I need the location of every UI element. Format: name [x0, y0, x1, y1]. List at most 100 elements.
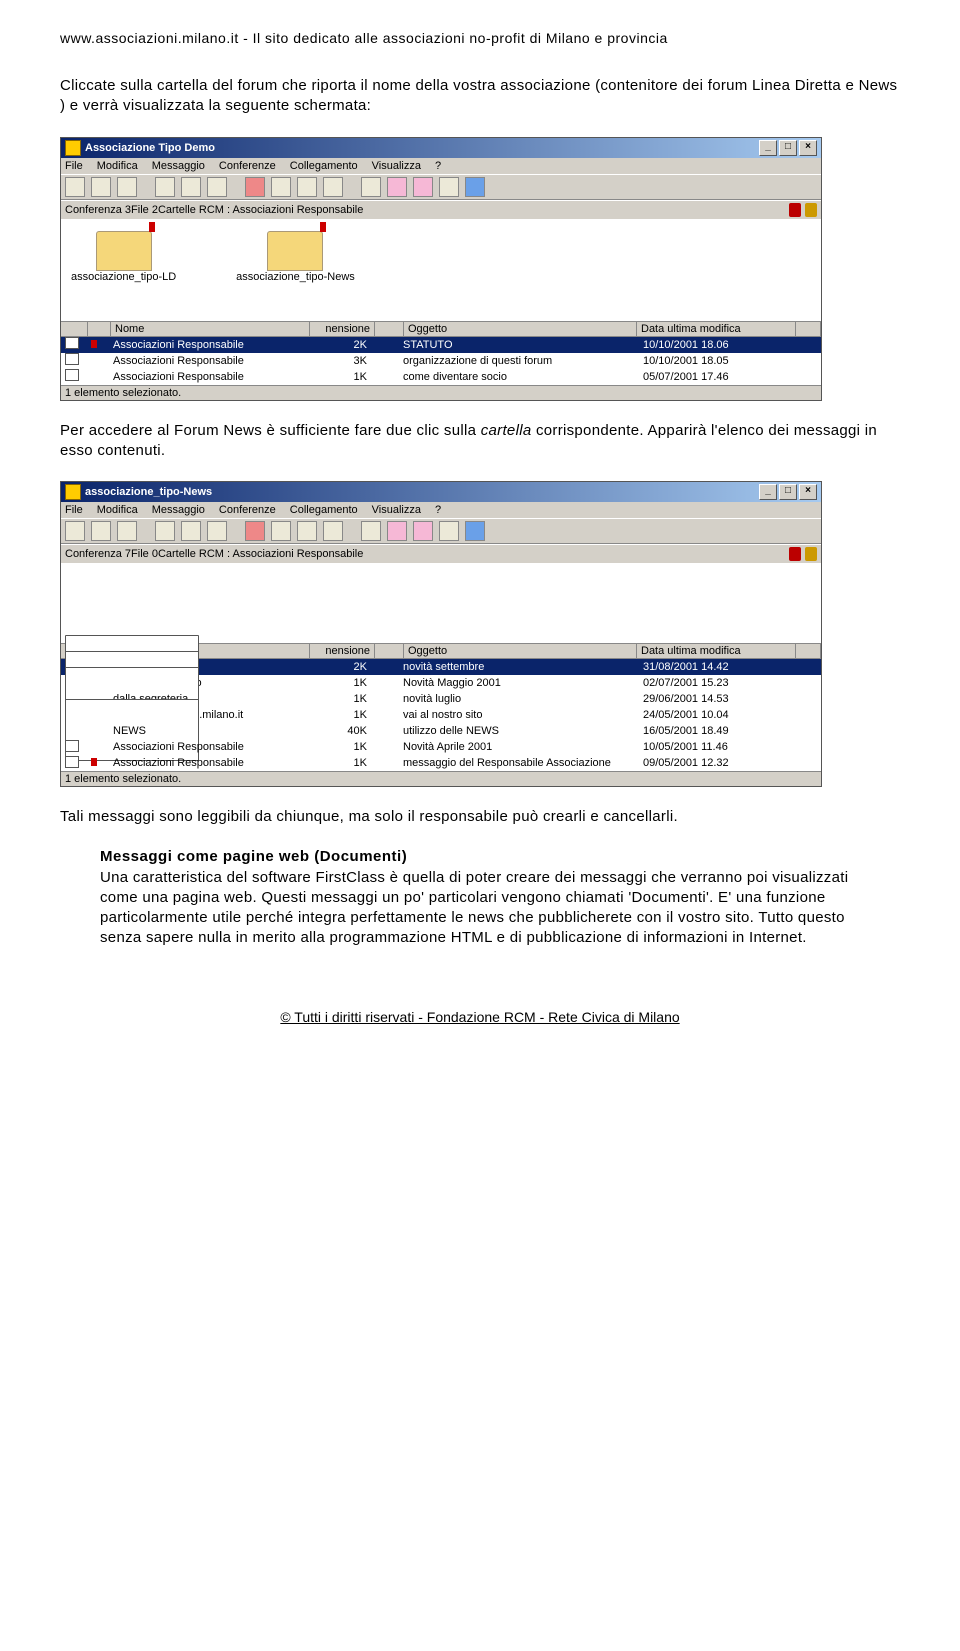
col-ogg[interactable]: Oggetto	[404, 322, 637, 336]
folder-news[interactable]: associazione_tipo-News	[236, 231, 355, 301]
menu-file[interactable]: File	[65, 504, 83, 516]
toolbar-icon[interactable]	[117, 521, 137, 541]
paragraph-1: Cliccate sulla cartella del forum che ri…	[60, 76, 900, 117]
toolbar-icon[interactable]	[207, 521, 227, 541]
toolbar-icon[interactable]	[413, 521, 433, 541]
toolbar-icon[interactable]	[181, 177, 201, 197]
minimize-button[interactable]: _	[759, 484, 777, 500]
menu-visualizza[interactable]: Visualizza	[372, 504, 421, 516]
cell-oggetto: STATUTO	[399, 339, 639, 351]
folder-icon	[267, 231, 323, 271]
col-end[interactable]	[796, 322, 821, 336]
search-icon[interactable]	[439, 521, 459, 541]
col-ogg[interactable]: Oggetto	[404, 644, 637, 658]
toolbar-icon[interactable]	[271, 177, 291, 197]
menu-help[interactable]: ?	[435, 504, 441, 516]
table-row[interactable]: NEWS40Kutilizzo delle NEWS16/05/2001 18.…	[61, 723, 821, 739]
menu-conferenze[interactable]: Conferenze	[219, 160, 276, 172]
toolbar-icon[interactable]	[91, 177, 111, 197]
flag-icon[interactable]	[245, 521, 265, 541]
menu-modifica[interactable]: Modifica	[97, 504, 138, 516]
folder-icon	[96, 231, 152, 271]
folder-label: associazione_tipo-LD	[71, 271, 176, 283]
info-icon[interactable]	[465, 521, 485, 541]
row-icon	[65, 756, 79, 768]
table-row[interactable]: Associazioni Responsabile2KSTATUTO10/10/…	[61, 337, 821, 353]
col-icon[interactable]	[61, 322, 88, 336]
col-data[interactable]: Data ultima modifica	[637, 644, 796, 658]
table-row[interactable]: Associazioni Responsabile1Kmessaggio del…	[61, 755, 821, 771]
cell-data: 02/07/2001 15.23	[639, 677, 797, 689]
folder-ld[interactable]: associazione_tipo-LD	[71, 231, 176, 301]
pencil-icon	[805, 203, 817, 217]
menu-collegamento[interactable]: Collegamento	[290, 160, 358, 172]
titlebar[interactable]: associazione_tipo-News _ □ ×	[61, 482, 821, 502]
cell-oggetto: Novità Maggio 2001	[399, 677, 639, 689]
cell-data: 09/05/2001 12.32	[639, 757, 797, 769]
toolbar-icon[interactable]	[91, 521, 111, 541]
menu-conferenze[interactable]: Conferenze	[219, 504, 276, 516]
window-icon	[65, 484, 81, 500]
toolbar-icon[interactable]	[361, 521, 381, 541]
close-button[interactable]: ×	[799, 484, 817, 500]
col-ogg-hd[interactable]	[375, 322, 404, 336]
col-flag[interactable]	[88, 322, 111, 336]
toolbar-icon[interactable]	[155, 521, 175, 541]
menu-messaggio[interactable]: Messaggio	[152, 160, 205, 172]
toolbar-icon[interactable]	[297, 521, 317, 541]
col-ogg-hd[interactable]	[375, 644, 404, 658]
col-data[interactable]: Data ultima modifica	[637, 322, 796, 336]
toolbar-icon[interactable]	[65, 177, 85, 197]
table-row[interactable]: Associazioni Responsabile3Korganizzazion…	[61, 353, 821, 369]
folders-area: associazione_tipo-LD associazione_tipo-N…	[61, 219, 821, 321]
table-row[interactable]: Associazioni Responsabile1KNovità Aprile…	[61, 739, 821, 755]
toolbar-icon[interactable]	[297, 177, 317, 197]
toolbar-icon[interactable]	[181, 521, 201, 541]
toolbar-icon[interactable]	[117, 177, 137, 197]
cell-data: 10/10/2001 18.06	[639, 339, 797, 351]
menu-file[interactable]: File	[65, 160, 83, 172]
toolbar-icon[interactable]	[413, 177, 433, 197]
info-icon[interactable]	[465, 177, 485, 197]
col-dim[interactable]: nensione	[310, 644, 375, 658]
toolbar	[61, 518, 821, 544]
menu-visualizza[interactable]: Visualizza	[372, 160, 421, 172]
toolbar-icon[interactable]	[387, 177, 407, 197]
toolbar-icon[interactable]	[271, 521, 291, 541]
toolbar-icon[interactable]	[207, 177, 227, 197]
cell-oggetto: messaggio del Responsabile Associazione	[399, 757, 639, 769]
maximize-button[interactable]: □	[779, 140, 797, 156]
close-button[interactable]: ×	[799, 140, 817, 156]
menu-help[interactable]: ?	[435, 160, 441, 172]
menu-messaggio[interactable]: Messaggio	[152, 504, 205, 516]
folder-label: associazione_tipo-News	[236, 271, 355, 283]
col-dim[interactable]: nensione	[310, 322, 375, 336]
flag-icon[interactable]	[245, 177, 265, 197]
toolbar-icon[interactable]	[387, 521, 407, 541]
list-body: Associazioni Responsabile2KSTATUTO10/10/…	[61, 337, 821, 385]
cell-data: 05/07/2001 17.46	[639, 371, 797, 383]
col-nome[interactable]: Nome	[111, 322, 310, 336]
cell-dim: 3K	[307, 355, 371, 367]
minimize-button[interactable]: _	[759, 140, 777, 156]
toolbar-icon[interactable]	[361, 177, 381, 197]
menu-modifica[interactable]: Modifica	[97, 160, 138, 172]
pencil-icon	[805, 547, 817, 561]
row-icon	[65, 369, 79, 381]
col-end[interactable]	[796, 644, 821, 658]
cell-nome: Associazioni Responsabile	[109, 371, 307, 383]
cell-nome: Associazioni Responsabile	[109, 757, 307, 769]
menu-collegamento[interactable]: Collegamento	[290, 504, 358, 516]
search-icon[interactable]	[439, 177, 459, 197]
toolbar-icon[interactable]	[155, 177, 175, 197]
cell-dim: 1K	[307, 677, 371, 689]
toolbar-icon[interactable]	[65, 521, 85, 541]
blank-area	[61, 563, 821, 643]
table-row[interactable]: Associazioni Responsabile1Kcome diventar…	[61, 369, 821, 385]
titlebar[interactable]: Associazione Tipo Demo _ □ ×	[61, 138, 821, 158]
toolbar-icon[interactable]	[323, 521, 343, 541]
maximize-button[interactable]: □	[779, 484, 797, 500]
text-italic: cartella	[481, 422, 532, 439]
cell-dim: 1K	[307, 741, 371, 753]
toolbar-icon[interactable]	[323, 177, 343, 197]
